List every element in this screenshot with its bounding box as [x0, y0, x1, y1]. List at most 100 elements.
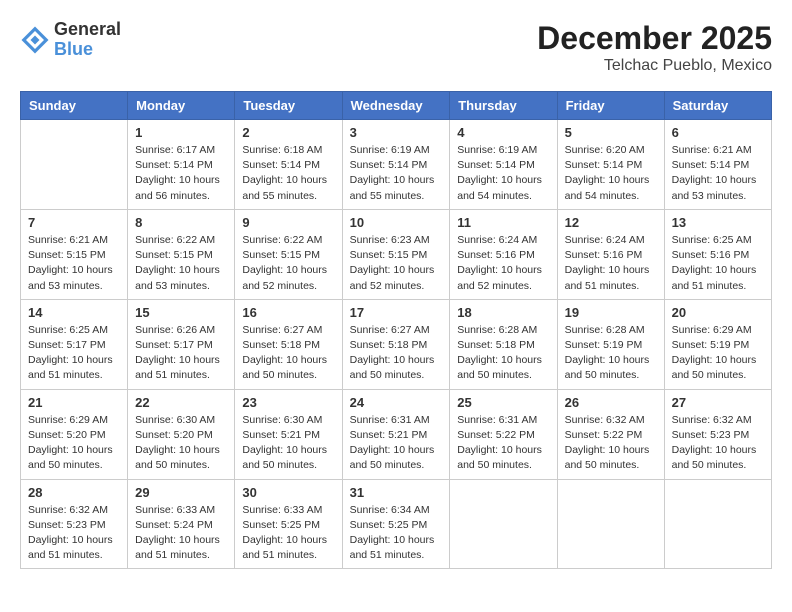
- calendar-cell: 30 Sunrise: 6:33 AMSunset: 5:25 PMDayligh…: [235, 479, 342, 569]
- day-info: Sunrise: 6:32 AMSunset: 5:22 PMDaylight:…: [565, 413, 657, 474]
- calendar-cell: 1 Sunrise: 6:17 AMSunset: 5:14 PMDaylight…: [128, 120, 235, 210]
- month-title: December 2025: [537, 20, 772, 57]
- calendar-cell: 19 Sunrise: 6:28 AMSunset: 5:19 PMDayligh…: [557, 299, 664, 389]
- day-info: Sunrise: 6:20 AMSunset: 5:14 PMDaylight:…: [565, 143, 657, 204]
- day-info: Sunrise: 6:23 AMSunset: 5:15 PMDaylight:…: [350, 233, 443, 294]
- title-area: December 2025 Telchac Pueblo, Mexico: [537, 20, 772, 75]
- logo-line1: General: [54, 20, 121, 40]
- calendar-cell: 31 Sunrise: 6:34 AMSunset: 5:25 PMDayligh…: [342, 479, 450, 569]
- day-info: Sunrise: 6:17 AMSunset: 5:14 PMDaylight:…: [135, 143, 227, 204]
- calendar-cell: 26Sunrise: 6:32 AMSunset: 5:22 PMDayligh…: [557, 389, 664, 479]
- calendar-cell: 13 Sunrise: 6:25 AMSunset: 5:16 PMDayligh…: [664, 209, 771, 299]
- calendar: SundayMondayTuesdayWednesdayThursdayFrid…: [20, 91, 772, 569]
- calendar-cell: 12 Sunrise: 6:24 AMSunset: 5:16 PMDayligh…: [557, 209, 664, 299]
- weekday-header-friday: Friday: [557, 92, 664, 120]
- day-number: 31: [350, 485, 443, 500]
- day-number: 22: [135, 395, 227, 410]
- day-number: 23: [242, 395, 334, 410]
- calendar-cell: [557, 479, 664, 569]
- day-number: 27: [672, 395, 764, 410]
- day-info: Sunrise: 6:33 AMSunset: 5:24 PMDaylight:…: [135, 503, 227, 564]
- weekday-header-tuesday: Tuesday: [235, 92, 342, 120]
- calendar-cell: 11Sunrise: 6:24 AMSunset: 5:16 PMDayligh…: [450, 209, 557, 299]
- location-title: Telchac Pueblo, Mexico: [537, 57, 772, 75]
- calendar-cell: 6 Sunrise: 6:21 AMSunset: 5:14 PMDaylight…: [664, 120, 771, 210]
- day-info: Sunrise: 6:21 AMSunset: 5:14 PMDaylight:…: [672, 143, 764, 204]
- logo-line2: Blue: [54, 40, 121, 60]
- calendar-week-4: 21 Sunrise: 6:29 AMSunset: 5:20 PMDayligh…: [21, 389, 772, 479]
- weekday-header-thursday: Thursday: [450, 92, 557, 120]
- calendar-week-2: 7Sunrise: 6:21 AMSunset: 5:15 PMDaylight…: [21, 209, 772, 299]
- day-info: Sunrise: 6:19 AMSunset: 5:14 PMDaylight:…: [350, 143, 443, 204]
- day-info: Sunrise: 6:33 AMSunset: 5:25 PMDaylight:…: [242, 503, 334, 564]
- calendar-cell: 28 Sunrise: 6:32 AMSunset: 5:23 PMDayligh…: [21, 479, 128, 569]
- day-info: Sunrise: 6:26 AMSunset: 5:17 PMDaylight:…: [135, 323, 227, 384]
- logo-text: General Blue: [54, 20, 121, 60]
- day-number: 21: [28, 395, 120, 410]
- day-info: Sunrise: 6:32 AMSunset: 5:23 PMDaylight:…: [672, 413, 764, 474]
- weekday-header-row: SundayMondayTuesdayWednesdayThursdayFrid…: [21, 92, 772, 120]
- calendar-cell: 16 Sunrise: 6:27 AMSunset: 5:18 PMDayligh…: [235, 299, 342, 389]
- logo: General Blue: [20, 20, 121, 60]
- day-info: Sunrise: 6:31 AMSunset: 5:21 PMDaylight:…: [350, 413, 443, 474]
- calendar-cell: 7Sunrise: 6:21 AMSunset: 5:15 PMDaylight…: [21, 209, 128, 299]
- day-number: 8: [135, 215, 227, 230]
- day-number: 12: [565, 215, 657, 230]
- day-number: 29: [135, 485, 227, 500]
- day-number: 24: [350, 395, 443, 410]
- day-number: 14: [28, 305, 120, 320]
- calendar-cell: 8 Sunrise: 6:22 AMSunset: 5:15 PMDaylight…: [128, 209, 235, 299]
- day-number: 16: [242, 305, 334, 320]
- calendar-cell: 18Sunrise: 6:28 AMSunset: 5:18 PMDayligh…: [450, 299, 557, 389]
- calendar-cell: 9Sunrise: 6:22 AMSunset: 5:15 PMDaylight…: [235, 209, 342, 299]
- day-info: Sunrise: 6:22 AMSunset: 5:15 PMDaylight:…: [135, 233, 227, 294]
- calendar-cell: 20Sunrise: 6:29 AMSunset: 5:19 PMDayligh…: [664, 299, 771, 389]
- calendar-cell: 3 Sunrise: 6:19 AMSunset: 5:14 PMDaylight…: [342, 120, 450, 210]
- calendar-cell: 5Sunrise: 6:20 AMSunset: 5:14 PMDaylight…: [557, 120, 664, 210]
- day-info: Sunrise: 6:21 AMSunset: 5:15 PMDaylight:…: [28, 233, 120, 294]
- day-info: Sunrise: 6:22 AMSunset: 5:15 PMDaylight:…: [242, 233, 334, 294]
- day-info: Sunrise: 6:25 AMSunset: 5:16 PMDaylight:…: [672, 233, 764, 294]
- day-number: 1: [135, 125, 227, 140]
- calendar-cell: [664, 479, 771, 569]
- day-info: Sunrise: 6:34 AMSunset: 5:25 PMDaylight:…: [350, 503, 443, 564]
- day-info: Sunrise: 6:28 AMSunset: 5:18 PMDaylight:…: [457, 323, 549, 384]
- calendar-cell: 4Sunrise: 6:19 AMSunset: 5:14 PMDaylight…: [450, 120, 557, 210]
- calendar-cell: 23 Sunrise: 6:30 AMSunset: 5:21 PMDayligh…: [235, 389, 342, 479]
- day-info: Sunrise: 6:28 AMSunset: 5:19 PMDaylight:…: [565, 323, 657, 384]
- calendar-week-5: 28 Sunrise: 6:32 AMSunset: 5:23 PMDayligh…: [21, 479, 772, 569]
- day-info: Sunrise: 6:29 AMSunset: 5:20 PMDaylight:…: [28, 413, 120, 474]
- day-number: 11: [457, 215, 549, 230]
- calendar-cell: 14 Sunrise: 6:25 AMSunset: 5:17 PMDayligh…: [21, 299, 128, 389]
- day-number: 20: [672, 305, 764, 320]
- day-info: Sunrise: 6:24 AMSunset: 5:16 PMDaylight:…: [565, 233, 657, 294]
- logo-icon: [20, 25, 50, 55]
- calendar-cell: 21 Sunrise: 6:29 AMSunset: 5:20 PMDayligh…: [21, 389, 128, 479]
- day-number: 28: [28, 485, 120, 500]
- weekday-header-saturday: Saturday: [664, 92, 771, 120]
- calendar-body: 1 Sunrise: 6:17 AMSunset: 5:14 PMDaylight…: [21, 120, 772, 569]
- day-number: 3: [350, 125, 443, 140]
- calendar-cell: 15Sunrise: 6:26 AMSunset: 5:17 PMDayligh…: [128, 299, 235, 389]
- calendar-cell: 10 Sunrise: 6:23 AMSunset: 5:15 PMDayligh…: [342, 209, 450, 299]
- day-info: Sunrise: 6:30 AMSunset: 5:21 PMDaylight:…: [242, 413, 334, 474]
- calendar-week-1: 1 Sunrise: 6:17 AMSunset: 5:14 PMDaylight…: [21, 120, 772, 210]
- weekday-header-sunday: Sunday: [21, 92, 128, 120]
- calendar-cell: 27 Sunrise: 6:32 AMSunset: 5:23 PMDayligh…: [664, 389, 771, 479]
- day-number: 6: [672, 125, 764, 140]
- day-info: Sunrise: 6:25 AMSunset: 5:17 PMDaylight:…: [28, 323, 120, 384]
- day-number: 10: [350, 215, 443, 230]
- day-info: Sunrise: 6:27 AMSunset: 5:18 PMDaylight:…: [242, 323, 334, 384]
- day-info: Sunrise: 6:30 AMSunset: 5:20 PMDaylight:…: [135, 413, 227, 474]
- calendar-cell: [450, 479, 557, 569]
- calendar-cell: 17Sunrise: 6:27 AMSunset: 5:18 PMDayligh…: [342, 299, 450, 389]
- header: General Blue December 2025 Telchac Puebl…: [20, 20, 772, 75]
- day-number: 19: [565, 305, 657, 320]
- calendar-cell: [21, 120, 128, 210]
- day-number: 4: [457, 125, 549, 140]
- day-number: 13: [672, 215, 764, 230]
- day-number: 30: [242, 485, 334, 500]
- day-info: Sunrise: 6:32 AMSunset: 5:23 PMDaylight:…: [28, 503, 120, 564]
- weekday-header-monday: Monday: [128, 92, 235, 120]
- day-info: Sunrise: 6:31 AMSunset: 5:22 PMDaylight:…: [457, 413, 549, 474]
